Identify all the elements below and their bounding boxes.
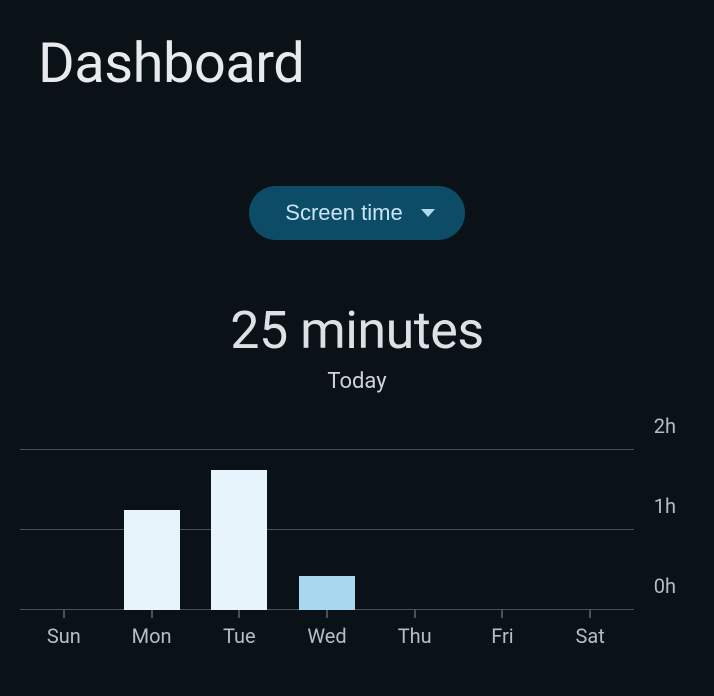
- bar-slot: [546, 450, 634, 610]
- x-axis-tick: [414, 610, 416, 618]
- bar-slot: [108, 450, 196, 610]
- bar-slot: [459, 450, 547, 610]
- dropdown-label: Screen time: [285, 200, 402, 226]
- x-axis-label: Sun: [20, 624, 108, 648]
- x-axis-tick: [63, 610, 65, 618]
- chevron-down-icon: [421, 209, 435, 217]
- bar-slot: [20, 450, 108, 610]
- chart-bar[interactable]: [211, 470, 267, 610]
- x-axis-labels: SunMonTueWedThuFriSat: [20, 624, 634, 648]
- y-axis-label: 1h: [654, 494, 676, 518]
- x-axis-label: Tue: [195, 624, 283, 648]
- x-axis-label: Wed: [283, 624, 371, 648]
- screen-time-chart: 0h1h2h SunMonTueWedThuFriSat: [20, 450, 694, 660]
- chart-bar[interactable]: [299, 576, 355, 610]
- chart-plot: 0h1h2h: [20, 450, 634, 610]
- x-axis-tick: [501, 610, 503, 618]
- page-title: Dashboard: [38, 30, 694, 96]
- dropdown-container: Screen time: [20, 186, 694, 240]
- summary-label: Today: [20, 369, 694, 394]
- y-axis-label: 2h: [654, 414, 676, 438]
- x-axis-tick: [589, 610, 591, 618]
- x-axis-tick: [326, 610, 328, 618]
- x-axis-tick: [151, 610, 153, 618]
- x-axis-label: Sat: [546, 624, 634, 648]
- y-axis-label: 0h: [654, 574, 676, 598]
- bars-container: [20, 450, 634, 610]
- chart-bar[interactable]: [124, 510, 180, 610]
- x-axis-label: Fri: [459, 624, 547, 648]
- summary-section: 25 minutes Today: [20, 300, 694, 394]
- bar-slot: [283, 450, 371, 610]
- x-axis-label: Thu: [371, 624, 459, 648]
- x-axis-tick: [238, 610, 240, 618]
- screen-time-dropdown[interactable]: Screen time: [249, 186, 464, 240]
- x-axis-label: Mon: [108, 624, 196, 648]
- bar-slot: [371, 450, 459, 610]
- bar-slot: [195, 450, 283, 610]
- summary-value: 25 minutes: [20, 300, 694, 361]
